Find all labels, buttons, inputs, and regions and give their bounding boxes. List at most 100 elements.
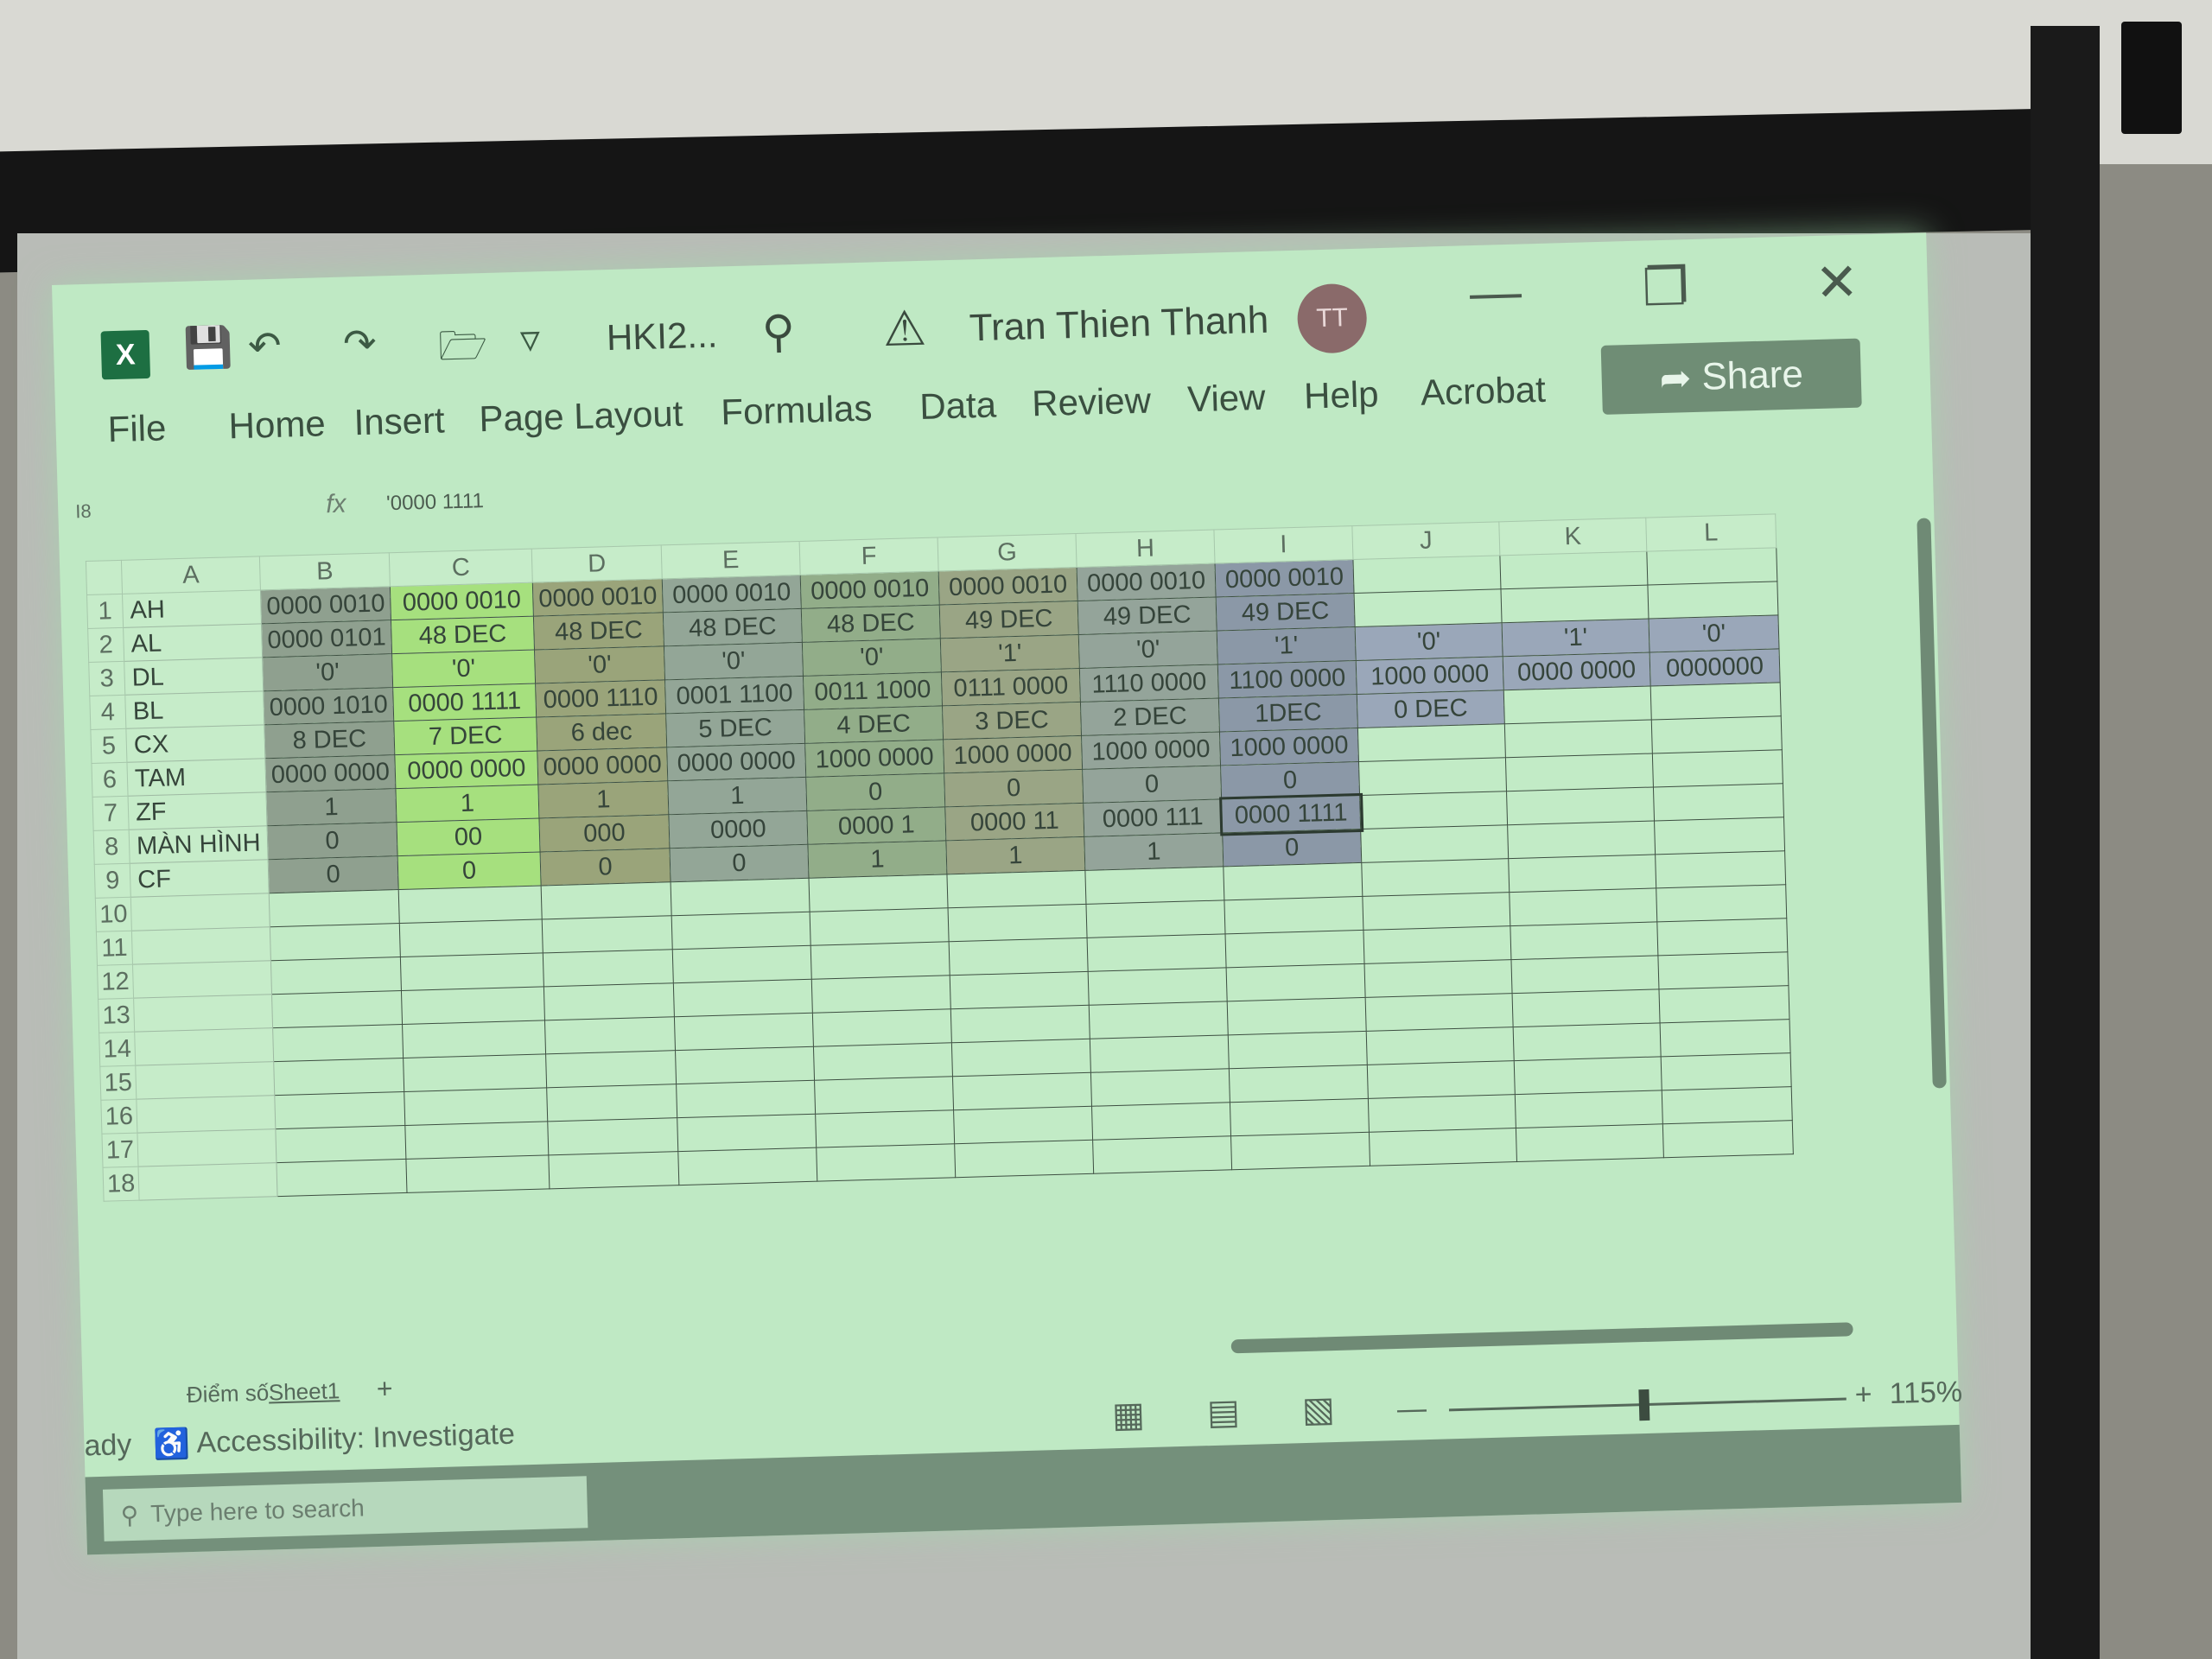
table-cell[interactable] — [671, 912, 811, 950]
row-header[interactable]: 1 — [86, 594, 124, 629]
table-cell[interactable]: 0000 — [668, 810, 808, 849]
column-header-c[interactable]: C — [389, 549, 533, 587]
row-label-cell[interactable]: ZF — [128, 791, 268, 830]
close-icon[interactable]: ✕ — [1815, 252, 1859, 314]
table-cell[interactable] — [1365, 993, 1514, 1032]
table-cell[interactable] — [675, 1046, 815, 1084]
table-cell[interactable] — [1230, 1132, 1370, 1170]
table-cell[interactable] — [1662, 1086, 1793, 1124]
search-icon[interactable]: ⚲ — [761, 306, 796, 359]
table-cell[interactable]: 0 — [540, 848, 671, 886]
table-cell[interactable]: 0 — [1222, 829, 1362, 867]
select-all-corner[interactable] — [86, 560, 123, 595]
table-cell[interactable] — [1656, 884, 1787, 922]
table-cell[interactable]: 1000 0000 — [804, 739, 944, 778]
table-cell[interactable]: 0000 1111 — [1218, 792, 1363, 836]
table-cell[interactable]: 1000 0000 — [1219, 728, 1359, 766]
minimize-icon[interactable]: — — [1469, 262, 1522, 323]
redo-icon[interactable]: ↷ — [342, 320, 377, 367]
table-cell[interactable] — [1499, 551, 1648, 589]
row-header[interactable]: 5 — [90, 728, 127, 764]
row-label-cell[interactable]: AH — [122, 589, 262, 628]
table-cell[interactable] — [1364, 959, 1513, 998]
table-cell[interactable] — [1089, 1001, 1229, 1039]
table-cell[interactable] — [673, 979, 813, 1017]
table-cell[interactable]: 0000000 — [1649, 648, 1781, 687]
row-label-cell[interactable]: DL — [124, 657, 264, 696]
table-cell[interactable]: 1000 0000 — [1081, 731, 1221, 770]
table-cell[interactable] — [1510, 955, 1659, 994]
taskbar-search[interactable]: ⚲ Type here to search — [102, 1476, 588, 1541]
table-cell[interactable] — [1510, 921, 1658, 960]
table-cell[interactable] — [1354, 588, 1503, 627]
table-cell[interactable]: 0 — [268, 855, 399, 893]
table-cell[interactable] — [1360, 824, 1509, 863]
tab-acrobat[interactable]: Acrobat — [1420, 369, 1546, 414]
table-cell[interactable] — [1362, 892, 1510, 931]
table-cell[interactable] — [405, 1154, 550, 1193]
table-cell[interactable] — [1503, 686, 1652, 724]
table-cell[interactable] — [546, 1084, 677, 1122]
table-cell[interactable] — [275, 1125, 406, 1163]
table-cell[interactable]: 1000 0000 — [943, 735, 1083, 773]
table-cell[interactable] — [1512, 988, 1661, 1027]
table-cell[interactable] — [1655, 850, 1786, 888]
table-cell[interactable] — [1508, 854, 1656, 893]
table-cell[interactable]: 5 DEC — [665, 709, 805, 747]
table-cell[interactable]: 0000 0000 — [394, 751, 538, 789]
table-cell[interactable]: 0000 0010 — [938, 567, 1078, 605]
table-cell[interactable] — [1226, 963, 1366, 1001]
table-cell[interactable] — [398, 885, 543, 924]
fx-icon[interactable]: fx — [326, 490, 346, 520]
table-cell[interactable]: 49 DEC — [1216, 593, 1356, 632]
table-cell[interactable]: 48 DEC — [533, 612, 664, 651]
zoom-out-button[interactable]: — — [1396, 1392, 1427, 1427]
tab-home[interactable]: Home — [228, 403, 326, 447]
row-header[interactable]: 11 — [96, 931, 133, 966]
table-cell[interactable] — [815, 1109, 955, 1148]
table-cell[interactable] — [1661, 1052, 1792, 1090]
table-cell[interactable] — [1084, 866, 1224, 905]
row-label-cell[interactable]: MÀN HÌNH — [129, 825, 269, 864]
table-cell[interactable]: 0000 0010 — [800, 570, 940, 609]
row-label-cell[interactable] — [131, 926, 271, 965]
table-cell[interactable]: 0 — [805, 772, 945, 811]
table-cell[interactable] — [1646, 547, 1777, 586]
table-cell[interactable] — [269, 889, 400, 927]
table-cell[interactable] — [949, 938, 1089, 976]
table-cell[interactable]: 0 DEC — [1357, 690, 1505, 728]
row-label-cell[interactable]: CF — [130, 859, 270, 898]
table-cell[interactable] — [1369, 1128, 1517, 1166]
table-cell[interactable] — [1359, 791, 1508, 830]
tab-view[interactable]: View — [1187, 377, 1267, 421]
table-cell[interactable] — [812, 1008, 952, 1047]
column-header-f[interactable]: F — [799, 537, 939, 575]
table-cell[interactable]: 1000 0000 — [1356, 656, 1504, 695]
zoom-slider-thumb[interactable] — [1638, 1389, 1650, 1421]
table-cell[interactable] — [954, 1140, 1094, 1178]
table-cell[interactable] — [951, 1039, 1091, 1077]
table-cell[interactable]: '0' — [1648, 614, 1780, 653]
table-cell[interactable]: 6 dec — [536, 713, 667, 752]
table-cell[interactable] — [1657, 951, 1789, 989]
avatar[interactable]: TT — [1296, 283, 1368, 354]
row-label-cell[interactable] — [136, 1095, 276, 1134]
table-cell[interactable] — [1507, 820, 1656, 859]
table-cell[interactable] — [1366, 1027, 1515, 1065]
accessibility-status[interactable]: Accessibility: Investigate — [196, 1418, 515, 1460]
table-cell[interactable] — [1513, 1022, 1662, 1061]
row-header[interactable]: 2 — [87, 627, 124, 663]
table-cell[interactable] — [1368, 1094, 1516, 1133]
table-cell[interactable]: 0000 111 — [1083, 798, 1223, 837]
row-label-cell[interactable]: TAM — [126, 758, 266, 797]
table-cell[interactable] — [274, 1091, 405, 1129]
table-cell[interactable]: 8 DEC — [264, 721, 395, 759]
table-cell[interactable] — [276, 1159, 407, 1197]
table-cell[interactable]: 0000 1010 — [263, 687, 394, 725]
tab-page-layout[interactable]: Page Layout — [479, 393, 683, 441]
table-cell[interactable]: 0000 11 — [944, 803, 1084, 841]
tab-help[interactable]: Help — [1303, 373, 1379, 416]
table-cell[interactable]: 1 — [807, 840, 947, 879]
table-cell[interactable] — [270, 923, 401, 961]
table-cell[interactable] — [677, 1114, 817, 1152]
